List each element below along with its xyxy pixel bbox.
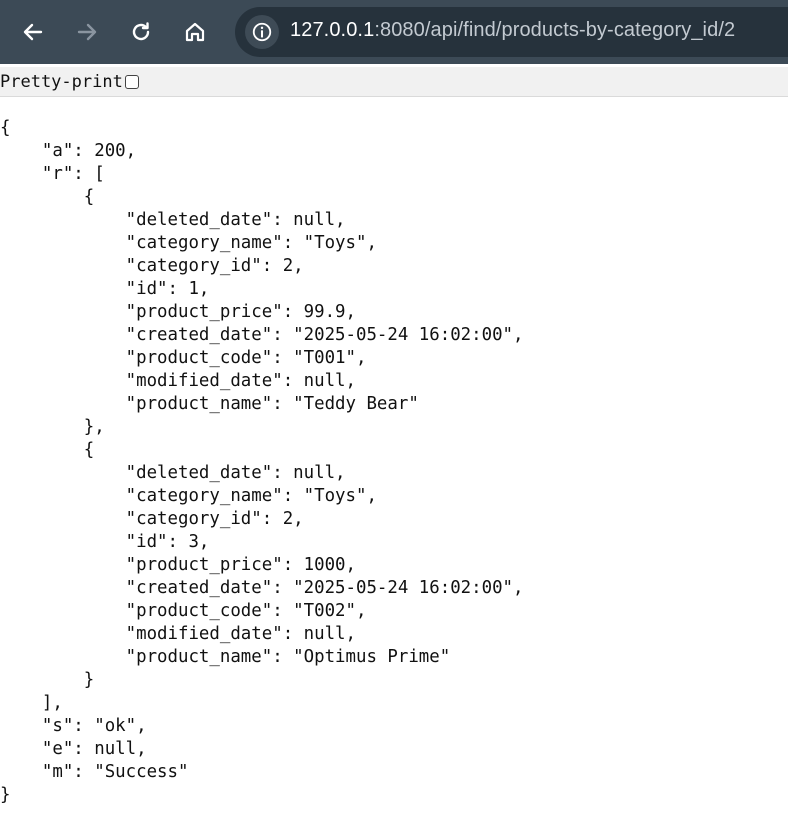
site-info-button[interactable] bbox=[245, 15, 279, 49]
info-icon bbox=[252, 22, 272, 42]
browser-toolbar: 127.0.0.1:8080/api/find/products-by-cate… bbox=[0, 0, 788, 64]
url-path: :8080/api/find/products-by-category_id/2 bbox=[374, 19, 736, 41]
reload-button[interactable] bbox=[122, 13, 160, 51]
home-button[interactable] bbox=[176, 13, 214, 51]
arrow-left-icon bbox=[23, 23, 43, 41]
home-icon bbox=[185, 22, 205, 42]
back-button[interactable] bbox=[14, 13, 52, 51]
forward-button[interactable] bbox=[68, 13, 106, 51]
pretty-print-bar: Pretty-print bbox=[0, 67, 788, 97]
url-host: 127.0.0.1 bbox=[290, 19, 375, 41]
pretty-print-label: Pretty-print bbox=[0, 71, 123, 92]
arrow-right-icon bbox=[77, 23, 97, 41]
pretty-print-checkbox[interactable] bbox=[124, 74, 139, 89]
url-text[interactable]: 127.0.0.1:8080/api/find/products-by-cate… bbox=[290, 19, 735, 42]
address-bar[interactable]: 127.0.0.1:8080/api/find/products-by-cate… bbox=[235, 7, 788, 57]
reload-icon bbox=[132, 22, 150, 41]
json-response-body: { "a": 200, "r": [ { "deleted_date": nul… bbox=[0, 118, 524, 805]
